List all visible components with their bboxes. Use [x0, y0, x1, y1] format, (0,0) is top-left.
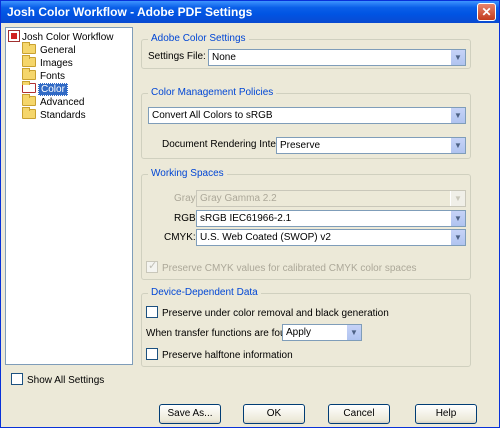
- group-title: Device-Dependent Data: [148, 287, 261, 298]
- checkbox-icon: [146, 259, 158, 273]
- close-button[interactable]: ✕: [477, 3, 496, 21]
- cmyk-value: U.S. Web Coated (SWOP) v2: [200, 232, 331, 243]
- tree-item-label: Images: [40, 58, 73, 69]
- transfer-functions-value: Apply: [286, 327, 312, 338]
- color-policy-select[interactable]: Convert All Colors to sRGB ▼: [148, 107, 466, 124]
- settings-file-value: None: [212, 52, 236, 63]
- tree-root-label: Josh Color Workflow: [22, 32, 114, 43]
- preserve-halftone-checkbox[interactable]: Preserve halftone information: [146, 348, 293, 361]
- checkbox-icon: [146, 306, 158, 318]
- tree-item-label: Standards: [40, 110, 86, 121]
- category-tree: Josh Color Workflow General Images Fonts…: [5, 27, 133, 365]
- tree-item-label: General: [40, 45, 76, 56]
- settings-file-select[interactable]: None ▼: [208, 49, 466, 66]
- folder-icon: [22, 68, 36, 80]
- preserve-cmyk-checkbox[interactable]: Preserve CMYK values for calibrated CMYK…: [146, 259, 417, 274]
- rgb-select[interactable]: sRGB IEC61966-2.1 ▼: [196, 210, 466, 227]
- preserve-halftone-label: Preserve halftone information: [162, 350, 293, 361]
- cancel-button[interactable]: Cancel: [328, 404, 390, 424]
- folder-icon: [22, 55, 36, 67]
- folder-icon: [22, 42, 36, 54]
- tree-item-label: Advanced: [40, 97, 85, 108]
- transfer-functions-label: When transfer functions are found:: [146, 328, 300, 339]
- tree-item-standards[interactable]: Standards: [22, 107, 88, 122]
- folder-open-icon: [22, 81, 36, 93]
- preserve-cmyk-label: Preserve CMYK values for calibrated CMYK…: [162, 263, 417, 274]
- adobe-color-settings-group: Adobe Color Settings Settings File: None…: [141, 33, 471, 69]
- cmyk-label: CMYK:: [164, 232, 196, 243]
- settings-file-label: Settings File:: [148, 51, 206, 62]
- show-all-settings-checkbox[interactable]: Show All Settings: [11, 373, 104, 386]
- save-as-button[interactable]: Save As...: [159, 404, 221, 424]
- rendering-intent-label: Document Rendering Intent:: [162, 139, 288, 150]
- device-dependent-group: Device-Dependent Data Preserve under col…: [141, 287, 471, 367]
- rgb-value: sRGB IEC61966-2.1: [200, 213, 292, 224]
- ok-button[interactable]: OK: [243, 404, 305, 424]
- rendering-intent-value: Preserve: [280, 140, 321, 151]
- gray-value: Gray Gamma 2.2: [200, 193, 277, 204]
- checkbox-icon: [146, 348, 158, 360]
- pdf-settings-dialog: Josh Color Workflow - Adobe PDF Settings…: [0, 0, 500, 428]
- help-button[interactable]: Help: [415, 404, 477, 424]
- show-all-settings-label: Show All Settings: [27, 375, 105, 386]
- pdf-settings-icon: [8, 30, 20, 42]
- preserve-ucr-label: Preserve under color removal and black g…: [162, 308, 389, 319]
- transfer-functions-select[interactable]: Apply ▼: [282, 324, 362, 341]
- chevron-down-icon: ▼: [450, 191, 465, 206]
- tree-item-label: Color: [38, 83, 68, 96]
- chevron-down-icon[interactable]: ▼: [450, 230, 465, 245]
- group-title: Color Management Policies: [148, 87, 277, 98]
- checkbox-icon: [11, 373, 23, 385]
- preserve-ucr-checkbox[interactable]: Preserve under color removal and black g…: [146, 306, 389, 319]
- group-title: Adobe Color Settings: [148, 33, 249, 44]
- tree-item-label: Fonts: [40, 71, 66, 82]
- chevron-down-icon[interactable]: ▼: [450, 108, 465, 123]
- rendering-intent-select[interactable]: Preserve ▼: [276, 137, 466, 154]
- folder-icon: [22, 94, 36, 106]
- window-title: Josh Color Workflow - Adobe PDF Settings: [7, 5, 253, 19]
- color-policy-value: Convert All Colors to sRGB: [152, 110, 273, 121]
- tree-item-advanced[interactable]: Advanced: [22, 94, 86, 109]
- chevron-down-icon[interactable]: ▼: [450, 50, 465, 65]
- title-bar[interactable]: Josh Color Workflow - Adobe PDF Settings…: [1, 1, 499, 23]
- gray-label: Gray:: [174, 193, 199, 204]
- color-management-group: Color Management Policies Convert All Co…: [141, 87, 471, 159]
- rgb-label: RGB:: [174, 213, 199, 224]
- chevron-down-icon[interactable]: ▼: [450, 211, 465, 226]
- chevron-down-icon[interactable]: ▼: [450, 138, 465, 153]
- working-spaces-group: Working Spaces Gray: Gray Gamma 2.2 ▼ RG…: [141, 168, 471, 280]
- chevron-down-icon[interactable]: ▼: [346, 325, 361, 340]
- folder-icon: [22, 107, 36, 119]
- tree-item-general[interactable]: General: [22, 42, 78, 57]
- gray-select[interactable]: Gray Gamma 2.2 ▼: [196, 190, 466, 207]
- group-title: Working Spaces: [148, 168, 227, 179]
- cmyk-select[interactable]: U.S. Web Coated (SWOP) v2 ▼: [196, 229, 466, 246]
